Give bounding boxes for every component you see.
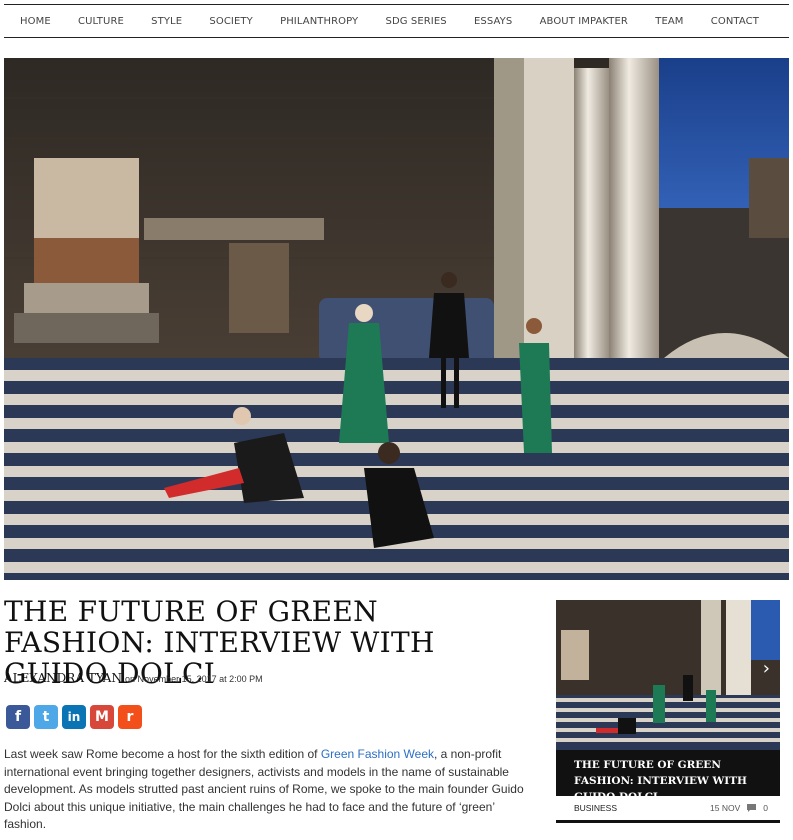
nav-contact[interactable]: CONTACT xyxy=(711,16,759,27)
category-link[interactable]: BUSINESS xyxy=(574,803,617,813)
related-article-meta: BUSINESS 15 NOV 0 xyxy=(574,803,768,813)
related-date: 15 NOV xyxy=(710,803,741,813)
card-divider xyxy=(556,820,780,823)
main-nav: HOME CULTURE STYLE SOCIETY PHILANTHROPY … xyxy=(4,4,789,38)
publish-date: on November 15, 2017 at 2:00 PM xyxy=(125,674,263,684)
facebook-icon[interactable]: f xyxy=(6,705,30,729)
related-article-title[interactable]: THE FUTURE OF GREEN FASHION: INTERVIEW W… xyxy=(556,750,780,803)
related-article-card[interactable]: › THE FUTURE OF GREEN FASHION: INTERVIEW… xyxy=(556,600,780,823)
author-link[interactable]: ALEXANDRA TYAN xyxy=(4,671,122,685)
nav-culture[interactable]: CULTURE xyxy=(78,16,124,27)
linkedin-icon[interactable]: in xyxy=(62,705,86,729)
share-bar: f t in M r xyxy=(6,705,142,729)
nav-home[interactable]: HOME xyxy=(20,16,51,27)
nav-essays[interactable]: ESSAYS xyxy=(474,16,512,27)
byline: ALEXANDRA TYAN on November 15, 2017 at 2… xyxy=(4,671,263,685)
reddit-icon[interactable]: r xyxy=(118,705,142,729)
next-slide-icon[interactable]: › xyxy=(763,658,770,679)
meta-right: 15 NOV 0 xyxy=(710,803,768,813)
nav-about-impakter[interactable]: ABOUT IMPAKTER xyxy=(540,16,628,27)
green-fashion-week-link[interactable]: Green Fashion Week xyxy=(321,747,434,761)
hero-image xyxy=(4,58,789,580)
comment-count[interactable]: 0 xyxy=(763,803,768,813)
gmail-icon[interactable]: M xyxy=(90,705,114,729)
article-intro: Last week saw Rome become a host for the… xyxy=(4,746,532,834)
twitter-icon[interactable]: t xyxy=(34,705,58,729)
intro-text-start: Last week saw Rome become a host for the… xyxy=(4,747,321,761)
comment-icon[interactable] xyxy=(746,803,757,813)
nav-philanthropy[interactable]: PHILANTHROPY xyxy=(280,16,358,27)
nav-sdg-series[interactable]: SDG SERIES xyxy=(386,16,447,27)
related-article-thumbnail[interactable]: › xyxy=(556,600,780,750)
nav-style[interactable]: STYLE xyxy=(151,16,182,27)
nav-team[interactable]: TEAM xyxy=(655,16,683,27)
nav-society[interactable]: SOCIETY xyxy=(209,16,252,27)
